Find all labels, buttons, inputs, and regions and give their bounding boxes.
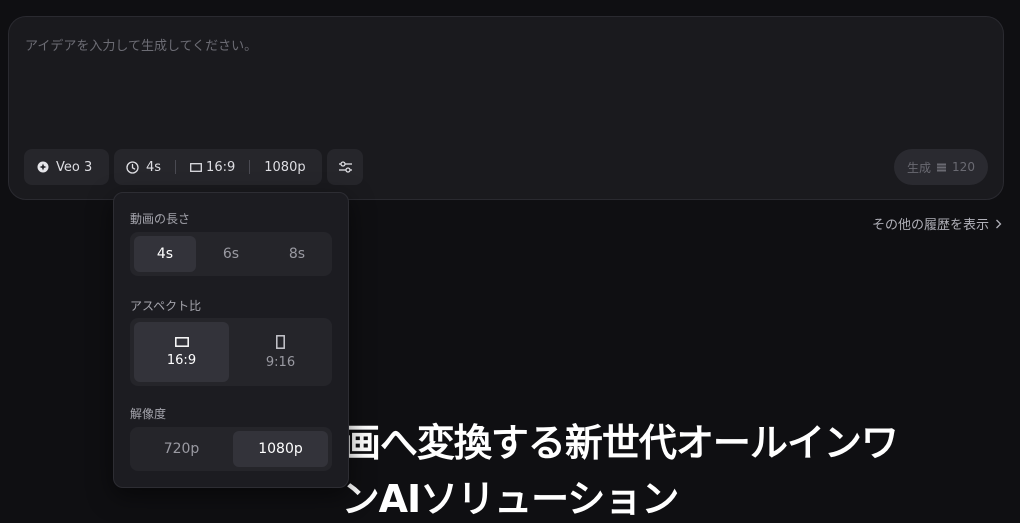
aspect-option-label: 9:16: [265, 354, 296, 370]
generate-label: 生成: [907, 160, 932, 175]
resolution-option-1080p[interactable]: 1080p: [233, 431, 328, 467]
video-settings-button[interactable]: 4s 16:9 1080p: [114, 149, 322, 185]
portrait-icon: [276, 334, 285, 349]
prompt-input[interactable]: [23, 33, 987, 147]
resolution-options: 720p 1080p: [130, 427, 332, 471]
aspect-option-label: 16:9: [166, 352, 197, 368]
advanced-settings-button[interactable]: [327, 149, 363, 185]
aspect-option-9-16[interactable]: 9:16: [233, 322, 328, 382]
generate-button[interactable]: 生成 120: [894, 149, 988, 185]
aspect-option-16-9[interactable]: 16:9: [134, 322, 229, 382]
clock-icon: [126, 160, 139, 174]
history-link-label: その他の履歴を表示: [871, 218, 989, 233]
duration-options: 4s 6s 8s: [130, 232, 332, 276]
aspect-options: 16:9 9:16: [130, 318, 332, 386]
chevron-right-icon: [995, 219, 1002, 229]
credits-icon: [937, 163, 947, 172]
sliders-icon: [338, 160, 353, 174]
aspect-landscape-icon: [190, 162, 202, 172]
resolution-option-720p[interactable]: 720p: [134, 431, 229, 467]
prompt-composer: Veo 3 4s 16:9 1080p: [8, 16, 1004, 200]
divider: [249, 160, 251, 174]
model-selector-button[interactable]: Veo 3: [24, 149, 109, 185]
video-settings-dropdown: 動画の長さ 4s 6s 8s アスペクト比 16:9 9:16 解像度 720p…: [113, 192, 349, 488]
aspect-value: 16:9: [206, 159, 236, 175]
duration-section-label: 動画の長さ: [130, 212, 191, 226]
show-more-history-link[interactable]: その他の履歴を表示: [872, 214, 1002, 233]
model-icon: [37, 161, 49, 173]
aspect-section-label: アスペクト比: [130, 299, 202, 313]
duration-option-4s[interactable]: 4s: [134, 236, 196, 272]
landscape-icon: [174, 336, 189, 347]
divider: [175, 160, 177, 174]
resolution-value: 1080p: [264, 159, 306, 175]
composer-toolbar: Veo 3 4s 16:9 1080p: [24, 149, 363, 185]
credits-value: 120: [952, 160, 975, 174]
duration-value: 4s: [146, 159, 162, 175]
duration-option-8s[interactable]: 8s: [266, 236, 328, 272]
resolution-section-label: 解像度: [130, 407, 167, 421]
duration-option-6s[interactable]: 6s: [200, 236, 262, 272]
model-label: Veo 3: [56, 159, 93, 175]
